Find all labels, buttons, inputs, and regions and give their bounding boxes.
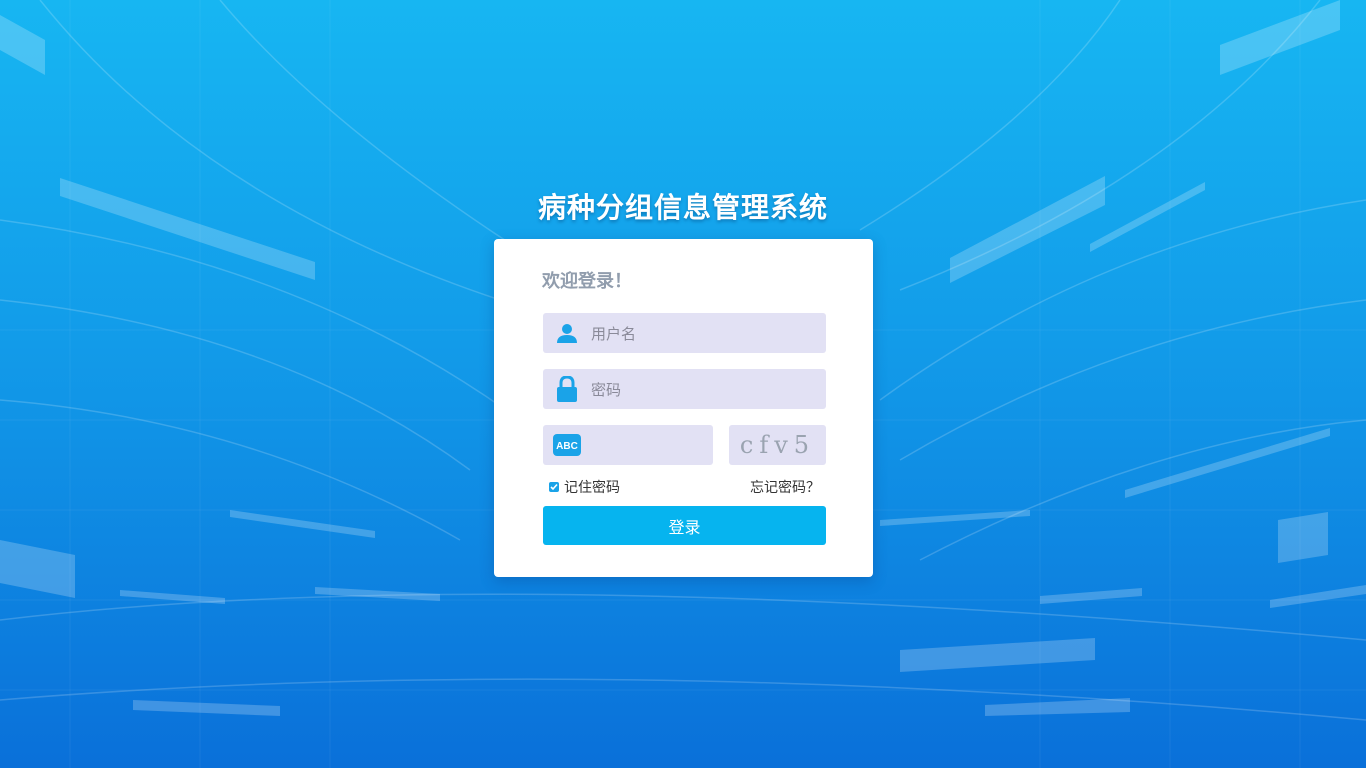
remember-label: 记住密码 [564, 480, 620, 496]
login-button[interactable]: 登录 [543, 506, 826, 545]
username-placeholder: 用户名 [591, 324, 637, 343]
svg-text:ABC: ABC [556, 441, 578, 452]
welcome-heading: 欢迎登录！ [542, 271, 632, 292]
username-field[interactable]: 用户名 [543, 313, 826, 353]
password-field[interactable]: 密码 [543, 369, 826, 409]
password-placeholder: 密码 [591, 380, 622, 399]
user-icon [543, 313, 591, 353]
forgot-password-link[interactable]: 忘记密码？ [750, 477, 820, 497]
abc-icon: ABC [543, 425, 591, 465]
captcha-input[interactable]: ABC [543, 425, 713, 465]
captcha-image[interactable]: cfv5 [729, 425, 826, 465]
login-card: 欢迎登录！ 用户名 密码 ABC cfv5 记住密码 忘记密码？ 登录 [494, 239, 873, 577]
app-title: 病种分组信息管理系统 [537, 191, 828, 224]
checkbox-icon[interactable] [549, 482, 559, 492]
lock-icon [543, 369, 591, 409]
remember-password[interactable]: 记住密码 [549, 477, 620, 497]
